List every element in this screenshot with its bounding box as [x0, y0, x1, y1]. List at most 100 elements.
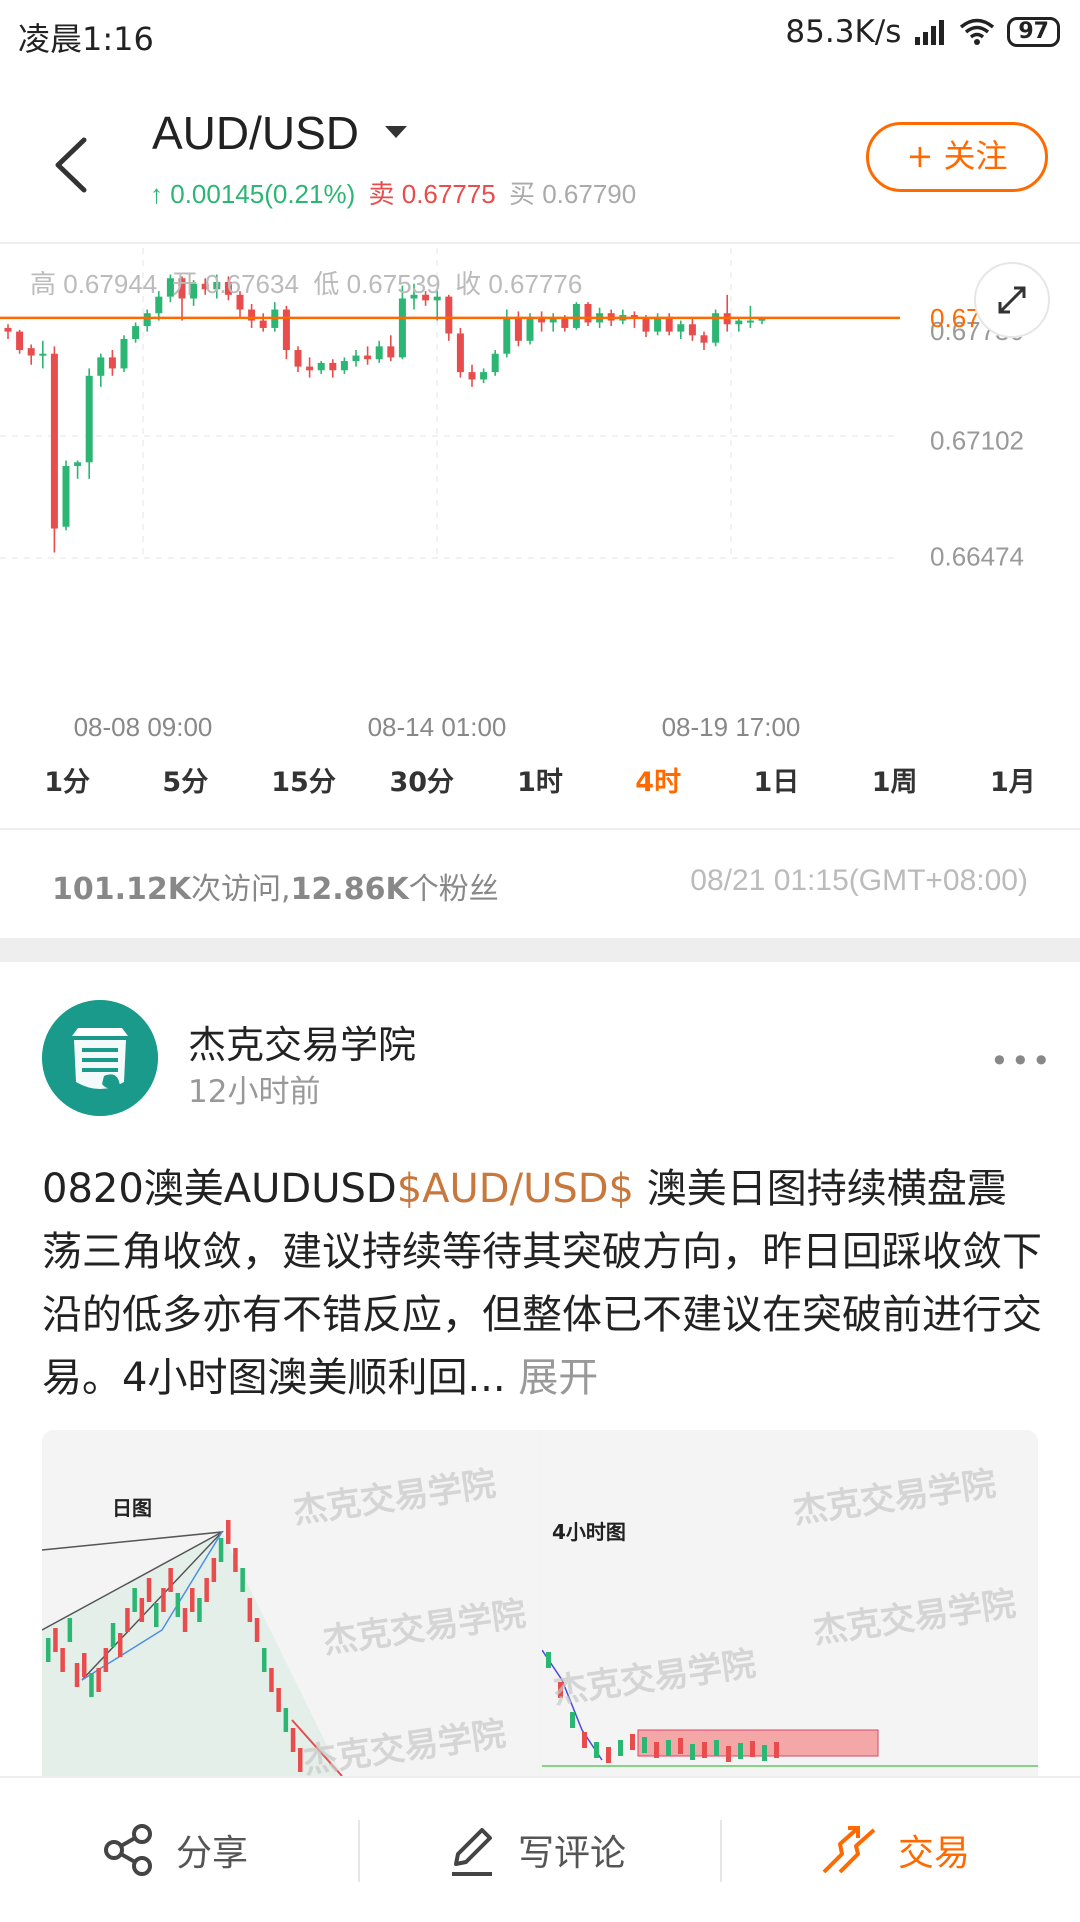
- write-comment-button[interactable]: 写评论: [444, 1778, 626, 1922]
- timeframe-tab[interactable]: 1分: [17, 760, 117, 814]
- timeframe-tab[interactable]: 4时: [608, 760, 708, 814]
- signal-icon: [915, 20, 945, 45]
- buy-label: 买: [508, 179, 535, 209]
- open-value: 0.67634: [204, 269, 299, 299]
- pair-title[interactable]: AUD/USD: [152, 106, 359, 160]
- avatar-logo-icon: [42, 1000, 158, 1116]
- status-bar: 凌晨1:16 85.3K/s 97: [0, 0, 1080, 76]
- candle-body: [387, 346, 395, 358]
- candle-body: [677, 324, 685, 332]
- candle-body: [306, 366, 314, 371]
- candle-body: [688, 324, 696, 336]
- thumbnail-candle: [53, 1628, 58, 1652]
- header-divider: [0, 242, 1080, 244]
- thumbnail-candle: [46, 1638, 51, 1662]
- thumbnail-candle: [276, 1688, 281, 1712]
- thumbnail-candle: [139, 1598, 145, 1622]
- post-image-4h[interactable]: 4小时图 杰克交易学院 杰克交易学院 杰克交易学院: [542, 1430, 1038, 1776]
- more-options-icon[interactable]: •••: [990, 1042, 1053, 1080]
- fan-label: 个粉丝: [408, 872, 499, 907]
- candle-body: [584, 304, 592, 323]
- candle-body: [352, 355, 360, 362]
- ohlc-readout: 高 0.67944 开 0.67634 低 0.67539 收 0.67776: [30, 264, 582, 301]
- thumbnail-candle: [82, 1653, 87, 1677]
- candle-body: [735, 320, 743, 325]
- timeframe-tab[interactable]: 30分: [372, 760, 472, 814]
- y-tick-label: 0.67102: [930, 426, 1024, 456]
- share-button[interactable]: 分享: [98, 1778, 248, 1922]
- candle-body: [549, 318, 557, 323]
- thumbnail-candle: [262, 1648, 267, 1672]
- timeframe-tab[interactable]: 1日: [726, 760, 826, 814]
- open-label: 开: [171, 269, 198, 299]
- timeframe-tab[interactable]: 5分: [135, 760, 235, 814]
- author-name[interactable]: 杰克交易学院: [188, 1014, 416, 1069]
- close-label: 收: [455, 269, 482, 299]
- candle-body: [503, 316, 511, 354]
- candle-body: [468, 372, 476, 380]
- wifi-icon: [960, 18, 995, 45]
- thumbnail-candle: [190, 1588, 195, 1612]
- thumbnail-candle: [110, 1623, 116, 1647]
- visit-label: 次访问,: [191, 872, 291, 907]
- thumbnail-candle: [254, 1618, 260, 1642]
- thumbnail-candle: [103, 1648, 109, 1672]
- candle-body: [132, 326, 140, 339]
- thumbnail-candle: [642, 1737, 647, 1753]
- fullscreen-button[interactable]: [974, 262, 1050, 338]
- thumbnail-candle: [714, 1740, 719, 1756]
- thumbnail-candle: [630, 1734, 635, 1750]
- write-comment-label: 写评论: [518, 1833, 627, 1874]
- timeframe-tab[interactable]: 1月: [963, 760, 1063, 814]
- thumbnail-candle: [774, 1742, 779, 1758]
- bottom-separator: [358, 1820, 360, 1882]
- timeframe-tab[interactable]: 1时: [490, 760, 590, 814]
- thumbnail-candle: [161, 1588, 166, 1612]
- thumbnail-candle: [125, 1608, 130, 1632]
- section-separator: [0, 938, 1080, 962]
- thumbnail-candle: [197, 1598, 202, 1622]
- avatar[interactable]: [42, 1000, 158, 1116]
- price-chart[interactable]: 0.67730 0.67102 0.66474 0.67775 08-08 09:00 0…: [0, 248, 1080, 748]
- share-icon: [104, 1824, 152, 1876]
- thumbnail-candle: [233, 1548, 238, 1572]
- thumbnail-candle: [666, 1740, 671, 1756]
- thumbnail-candle: [750, 1741, 755, 1757]
- trade-button[interactable]: 交易: [818, 1778, 970, 1922]
- trade-label: 交易: [898, 1833, 971, 1874]
- y-tick-label: 0.66474: [930, 541, 1024, 571]
- visit-fan-stats: 101.12K次访问,12.86K个粉丝: [52, 864, 499, 908]
- candle-body: [62, 465, 70, 527]
- timeframe-tab[interactable]: 15分: [254, 760, 354, 814]
- candle-body: [340, 361, 348, 371]
- x-tick-label: 08-08 09:00: [74, 712, 213, 742]
- candle-body: [375, 346, 383, 360]
- candle-body: [746, 320, 754, 323]
- candle-body: [50, 353, 58, 529]
- visit-count: 101.12K: [52, 872, 192, 907]
- pair-dropdown-caret-icon[interactable]: [385, 126, 407, 138]
- timeframe-tab[interactable]: 1周: [845, 760, 945, 814]
- thumbnail-candle: [67, 1618, 73, 1642]
- bottom-action-bar: 分享 写评论 交易: [0, 1776, 1080, 1920]
- expand-link[interactable]: 展开: [518, 1355, 598, 1401]
- low-value: 0.67539: [346, 269, 441, 299]
- thumbnail-candle: [218, 1538, 224, 1562]
- follow-button[interactable]: + 关注: [866, 122, 1048, 192]
- thumbnail-candle: [618, 1740, 623, 1756]
- post-text[interactable]: 0820澳美AUDUSD$AUD/USD$ 澳美日图持续横盘震荡三角收敛，建议持…: [42, 1158, 1042, 1410]
- fan-count: 12.86K: [290, 872, 409, 907]
- thumbnail-candle: [154, 1603, 159, 1627]
- symbol-tag-link[interactable]: $AUD/USD$: [397, 1166, 634, 1212]
- thumbnail-candle: [606, 1747, 611, 1763]
- candle-body: [491, 353, 499, 373]
- candle-body: [259, 320, 267, 328]
- back-button[interactable]: [44, 120, 104, 210]
- bottom-separator: [720, 1820, 722, 1882]
- thumbnail-candle: [726, 1746, 731, 1762]
- post-image-daily[interactable]: 日图 杰克交易学院 杰克交易学院 杰克交易学院: [42, 1430, 538, 1776]
- candle-body: [526, 316, 534, 341]
- high-label: 高: [30, 269, 57, 299]
- thumbnail-candle: [247, 1598, 253, 1622]
- candle-body: [398, 298, 406, 358]
